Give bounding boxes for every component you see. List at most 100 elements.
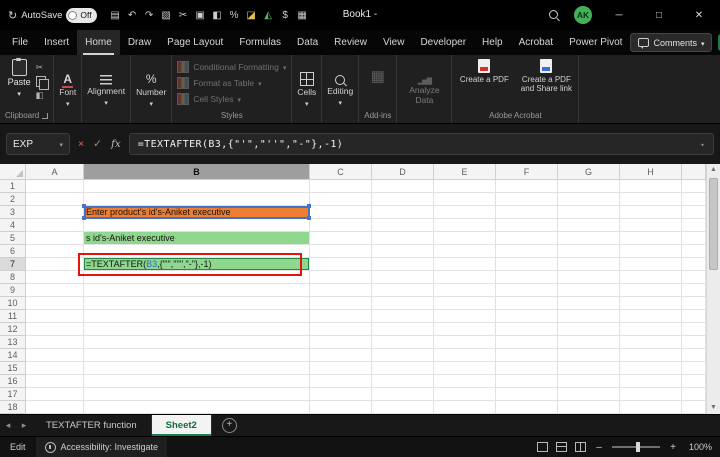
cell-F10[interactable] [496,297,558,310]
cell-G17[interactable] [558,388,620,401]
autosave-toggle[interactable]: AutoSave Off [8,8,97,23]
cell-D2[interactable] [372,193,434,206]
column-header-A[interactable]: A [26,164,84,180]
vertical-scrollbar[interactable]: ▲ ▼ [706,164,720,414]
cell-E1[interactable] [434,180,496,193]
copy-button[interactable] [36,76,46,87]
cell-A6[interactable] [26,245,84,258]
cell-E4[interactable] [434,219,496,232]
cell-C3[interactable] [310,206,372,219]
formula-input[interactable]: =TEXTAFTER(B3,{"'","''","-"},-1) [129,133,714,155]
row-header-3[interactable]: 3 [0,206,26,219]
cell-E3[interactable] [434,206,496,219]
tab-home[interactable]: Home [77,30,120,55]
cell-F6[interactable] [496,245,558,258]
cell-H18[interactable] [620,401,682,414]
cell-B12[interactable] [84,323,310,336]
cell-H13[interactable] [620,336,682,349]
font-button[interactable]: Font [59,72,76,108]
cell-C15[interactable] [310,362,372,375]
cell-F8[interactable] [496,271,558,284]
cell-A18[interactable] [26,401,84,414]
cell-A12[interactable] [26,323,84,336]
cell-A9[interactable] [26,284,84,297]
cell-B4[interactable] [84,219,310,232]
chart-icon[interactable]: ◭ [260,10,277,21]
cell-H12[interactable] [620,323,682,336]
cell-H5[interactable] [620,232,682,245]
cell-D1[interactable] [372,180,434,193]
cell-A11[interactable] [26,310,84,323]
cell-E10[interactable] [434,297,496,310]
column-header-H[interactable]: H [620,164,682,180]
row-header-10[interactable]: 10 [0,297,26,310]
cell-G16[interactable] [558,375,620,388]
cell-G11[interactable] [558,310,620,323]
tab-review[interactable]: Review [326,30,375,55]
cell-B1[interactable] [84,180,310,193]
cell-B6[interactable] [84,245,310,258]
cell-B8[interactable] [84,271,310,284]
cell-F17[interactable] [496,388,558,401]
cell-B14[interactable] [84,349,310,362]
avatar[interactable]: AK [574,6,592,24]
cancel-button[interactable]: × [78,138,84,150]
close-button[interactable]: ✕ [686,10,712,21]
tab-data[interactable]: Data [289,30,326,55]
cell-F4[interactable] [496,219,558,232]
cut-icon[interactable]: ✂ [175,10,192,21]
number-button[interactable]: Number [136,72,166,108]
cell-C12[interactable] [310,323,372,336]
row-header-6[interactable]: 6 [0,245,26,258]
insert-function-button[interactable]: fx [111,138,121,150]
cell-F12[interactable] [496,323,558,336]
cell-C11[interactable] [310,310,372,323]
tab-file[interactable]: File [4,30,36,55]
column-header-C[interactable]: C [310,164,372,180]
tab-insert[interactable]: Insert [36,30,77,55]
cell-H9[interactable] [620,284,682,297]
cell-C7[interactable] [310,258,372,271]
cell-G12[interactable] [558,323,620,336]
cell-B18[interactable] [84,401,310,414]
column-header-F[interactable]: F [496,164,558,180]
cell-E9[interactable] [434,284,496,297]
cell-G2[interactable] [558,193,620,206]
conditional-formatting-button[interactable]: Conditional Formatting [177,59,286,74]
cell-E17[interactable] [434,388,496,401]
zoom-out-button[interactable]: – [594,442,604,453]
cell-G13[interactable] [558,336,620,349]
cell-E6[interactable] [434,245,496,258]
cell-B3[interactable]: Enter product's id's-Aniket executive [84,206,310,219]
column-header-D[interactable]: D [372,164,434,180]
cell-B7[interactable]: =TEXTAFTER(B3,{"'","''","-"},-1) [84,258,310,271]
undo-icon[interactable]: ↶ [124,10,141,21]
zoom-in-button[interactable]: + [668,442,678,453]
cell-F16[interactable] [496,375,558,388]
formula-bar-expand-icon[interactable] [700,139,705,150]
cell-G1[interactable] [558,180,620,193]
cell-E11[interactable] [434,310,496,323]
zoom-slider[interactable] [612,446,660,448]
cell-D14[interactable] [372,349,434,362]
sheet-tab-sheet2[interactable]: Sheet2 [152,415,212,436]
scroll-down-icon[interactable]: ▼ [707,402,720,414]
cell-E8[interactable] [434,271,496,284]
cell-C5[interactable] [310,232,372,245]
clipboard-icon[interactable]: ▧ [158,10,175,21]
cell-H17[interactable] [620,388,682,401]
column-header-E[interactable]: E [434,164,496,180]
cell-A5[interactable] [26,232,84,245]
cell-F9[interactable] [496,284,558,297]
column-header-G[interactable]: G [558,164,620,180]
cell-F7[interactable] [496,258,558,271]
cell-B13[interactable] [84,336,310,349]
cell-D18[interactable] [372,401,434,414]
cell-H16[interactable] [620,375,682,388]
create-pdf-share-button[interactable]: Create a PDF and Share link [519,59,573,93]
format-as-table-button[interactable]: Format as Table [177,75,286,90]
tab-acrobat[interactable]: Acrobat [511,30,561,55]
fill-color-icon[interactable]: ◪ [243,10,260,21]
zoom-level[interactable]: 100% [686,442,712,452]
cell-C14[interactable] [310,349,372,362]
